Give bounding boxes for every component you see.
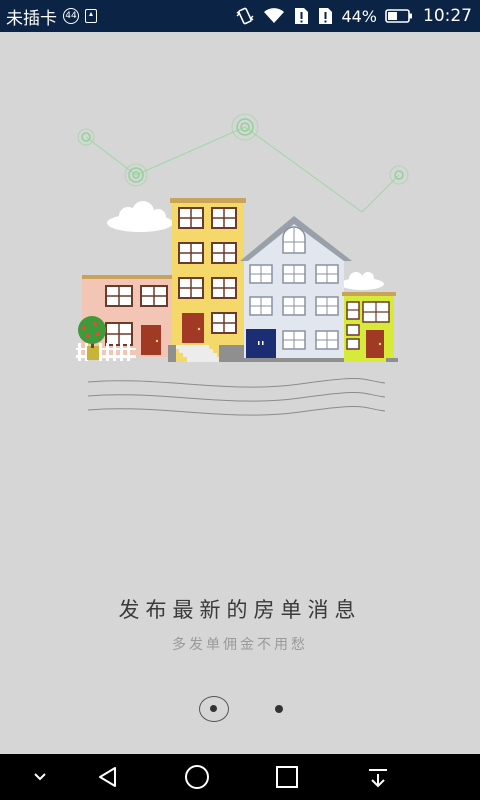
vibrate-icon: [236, 7, 254, 25]
page-indicator-dot-active[interactable]: [199, 696, 229, 722]
battery-icon: [385, 9, 412, 23]
wifi-icon: [264, 8, 285, 23]
clock: 10:27: [423, 6, 472, 26]
onboarding-subtitle: 多发单佣金不用愁: [172, 637, 308, 653]
sim-alert-icon: [295, 8, 309, 24]
battery-percent: 44%: [341, 6, 377, 26]
navigation-bar: [0, 754, 480, 800]
page-indicator: [0, 696, 480, 722]
upload-icon: [85, 9, 97, 23]
sim-alert-icon: [319, 8, 333, 24]
fence: [76, 343, 136, 361]
carrier-label: 未插卡: [6, 8, 57, 29]
yellow-building: [168, 198, 247, 362]
status-bar: 未插卡 44 44% 10:27: [0, 0, 480, 32]
onboarding-page[interactable]: 发布最新的房单消息 多发单佣金不用愁: [0, 32, 480, 754]
onboarding-title: 发布最新的房单消息: [118, 598, 362, 622]
recents-icon[interactable]: [267, 754, 307, 800]
collapse-chevron-icon[interactable]: [22, 754, 58, 800]
houses-illustration: [76, 113, 409, 416]
lime-house: [342, 292, 398, 362]
gray-house: [240, 216, 352, 362]
back-icon[interactable]: [88, 754, 128, 800]
notification-pull-icon[interactable]: [358, 754, 398, 800]
wave-lines: [87, 377, 386, 416]
home-icon[interactable]: [177, 754, 217, 800]
notification-count-badge: 44: [63, 8, 79, 24]
page-indicator-dot[interactable]: [275, 705, 283, 713]
status-bar-right: 44% 10:27: [235, 0, 472, 32]
network-nodes: [77, 113, 409, 187]
status-bar-left: 未插卡 44: [6, 0, 97, 32]
